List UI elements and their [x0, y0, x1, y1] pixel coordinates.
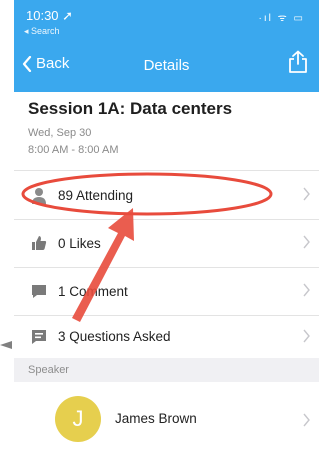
attending-label: 89 Attending: [58, 187, 134, 203]
speaker-row[interactable]: J James Brown: [14, 382, 319, 453]
chevron-right-icon: [303, 187, 310, 201]
avatar: J: [55, 396, 101, 442]
thumbs-up-icon: [30, 234, 48, 252]
chevron-right-icon: [303, 329, 310, 343]
questions-label: 3 Questions Asked: [58, 329, 171, 344]
status-time: 10:30 ➚: [26, 8, 74, 23]
top-bar: 10:30 ➚ ◂ Search ·ıl ᯤ ▭ Back Details: [14, 0, 319, 92]
phone-screen: 10:30 ➚ ◂ Search ·ıl ᯤ ▭ Back Details Se…: [14, 0, 319, 453]
question-icon: [30, 328, 48, 346]
likes-label: 0 Likes: [58, 235, 101, 251]
nav-title: Details: [143, 57, 190, 74]
attending-row[interactable]: 89 Attending: [14, 171, 319, 220]
speaker-section-header: Speaker: [14, 358, 319, 382]
status-icons: ·ıl ᯤ ▭: [258, 13, 305, 24]
status-back-to-app[interactable]: ◂ Search: [24, 26, 60, 37]
speaker-name: James Brown: [115, 411, 197, 426]
questions-row[interactable]: 3 Questions Asked: [14, 315, 319, 359]
comment-label: 1 Comment: [58, 283, 128, 299]
side-arrow-pointer: [0, 341, 12, 349]
chevron-right-icon: [303, 413, 310, 427]
chevron-right-icon: [303, 235, 310, 249]
comment-row[interactable]: 1 Comment: [14, 267, 319, 316]
likes-row[interactable]: 0 Likes: [14, 219, 319, 268]
session-title: Session 1A: Data centers: [28, 99, 233, 118]
person-icon: [30, 186, 48, 204]
session-date: Wed, Sep 30: [28, 127, 92, 139]
session-time: 8:00 AM - 8:00 AM: [28, 144, 119, 156]
share-icon[interactable]: [287, 50, 309, 74]
comment-icon: [30, 282, 48, 300]
chevron-right-icon: [303, 283, 310, 297]
session-header: Session 1A: Data centers Wed, Sep 30 8:0…: [14, 92, 319, 171]
